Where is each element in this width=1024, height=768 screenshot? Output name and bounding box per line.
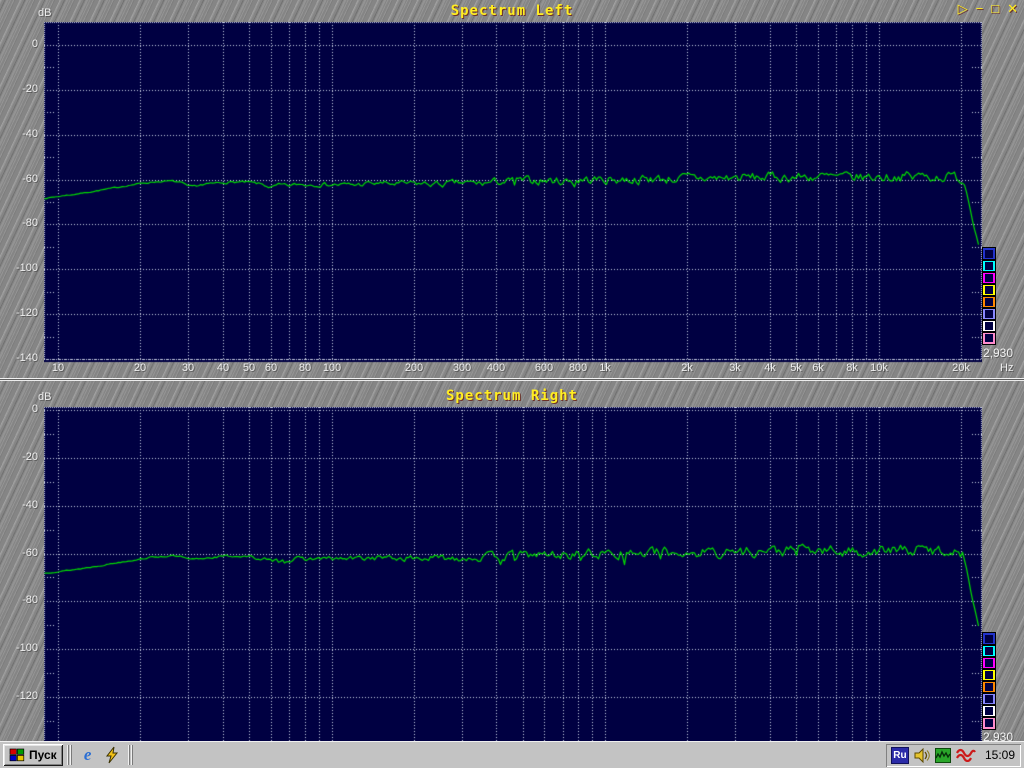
legend-right bbox=[983, 633, 995, 729]
y-axis-tick-label: -60 bbox=[0, 173, 38, 185]
taskbar-handle[interactable] bbox=[128, 745, 133, 765]
y-axis-unit-right: dB bbox=[38, 391, 51, 403]
panel-title-right: Spectrum Right bbox=[0, 388, 1024, 404]
cursor-readout-left: 2,930 bbox=[983, 346, 1013, 360]
legend-color-swatch[interactable] bbox=[983, 272, 995, 284]
tray-clock[interactable]: 15:09 bbox=[985, 748, 1015, 762]
taskbar: Пуск e Ru bbox=[0, 741, 1024, 768]
legend-color-swatch[interactable] bbox=[983, 332, 995, 344]
taskbar-handle[interactable] bbox=[67, 745, 72, 765]
spectrum-plot-left[interactable] bbox=[44, 22, 982, 368]
wave-monitor-tray-icon[interactable] bbox=[956, 748, 976, 762]
y-axis-unit-left: dB bbox=[38, 7, 51, 19]
y-axis-tick-label: -100 bbox=[0, 262, 38, 274]
y-axis-tick-label: -20 bbox=[0, 451, 38, 463]
legend-color-swatch[interactable] bbox=[983, 681, 995, 693]
start-button[interactable]: Пуск bbox=[3, 744, 63, 766]
y-axis-tick-label: 0 bbox=[0, 38, 38, 50]
winamp-icon[interactable] bbox=[100, 744, 124, 766]
legend-color-swatch[interactable] bbox=[983, 308, 995, 320]
internet-explorer-icon[interactable]: e bbox=[76, 744, 100, 766]
legend-color-swatch[interactable] bbox=[983, 633, 995, 645]
language-indicator[interactable]: Ru bbox=[891, 747, 909, 764]
legend-color-swatch[interactable] bbox=[983, 705, 995, 717]
y-axis-tick-label: -40 bbox=[0, 128, 38, 140]
legend-color-swatch[interactable] bbox=[983, 296, 995, 308]
legend-color-swatch[interactable] bbox=[983, 320, 995, 332]
y-axis-tick-label: 0 bbox=[0, 403, 38, 415]
windows-logo-icon bbox=[9, 748, 25, 762]
close-button[interactable]: ✕ bbox=[1007, 2, 1018, 16]
legend-color-swatch[interactable] bbox=[983, 248, 995, 260]
panel-title-left: Spectrum Left bbox=[0, 3, 1024, 19]
y-axis-tick-label: -100 bbox=[0, 642, 38, 654]
minimize-button[interactable]: − bbox=[976, 2, 984, 16]
legend-color-swatch[interactable] bbox=[983, 284, 995, 296]
start-button-label: Пуск bbox=[29, 748, 57, 762]
panel-divider bbox=[0, 378, 1024, 382]
y-axis-tick-label: -140 bbox=[0, 352, 38, 364]
desktop: Spectrum Left ▷ − □ ✕ dB 0 -20 -40 -60 -80 -1… bbox=[0, 0, 1024, 768]
spectrum-plot-right[interactable] bbox=[44, 407, 982, 752]
spectrum-analyzer-tray-icon[interactable] bbox=[935, 748, 951, 763]
y-axis-tick-label: -120 bbox=[0, 690, 38, 702]
y-axis-tick-label: -20 bbox=[0, 83, 38, 95]
legend-color-swatch[interactable] bbox=[983, 657, 995, 669]
y-axis-tick-label: -40 bbox=[0, 499, 38, 511]
maximize-button[interactable]: □ bbox=[991, 2, 999, 16]
y-axis-tick-label: -80 bbox=[0, 594, 38, 606]
system-tray: Ru 15:09 bbox=[886, 744, 1021, 767]
window-controls: ▷ − □ ✕ bbox=[958, 2, 1018, 16]
legend-color-swatch[interactable] bbox=[983, 693, 995, 705]
y-axis-tick-label: -80 bbox=[0, 217, 38, 229]
legend-color-swatch[interactable] bbox=[983, 717, 995, 729]
y-axis-tick-label: -60 bbox=[0, 547, 38, 559]
x-axis-unit: Hz bbox=[1000, 362, 1013, 374]
rollup-button[interactable]: ▷ bbox=[958, 2, 968, 16]
legend-color-swatch[interactable] bbox=[983, 260, 995, 272]
y-axis-tick-label: -120 bbox=[0, 307, 38, 319]
legend-color-swatch[interactable] bbox=[983, 669, 995, 681]
volume-icon[interactable] bbox=[914, 748, 930, 763]
legend-left bbox=[983, 248, 995, 344]
legend-color-swatch[interactable] bbox=[983, 645, 995, 657]
